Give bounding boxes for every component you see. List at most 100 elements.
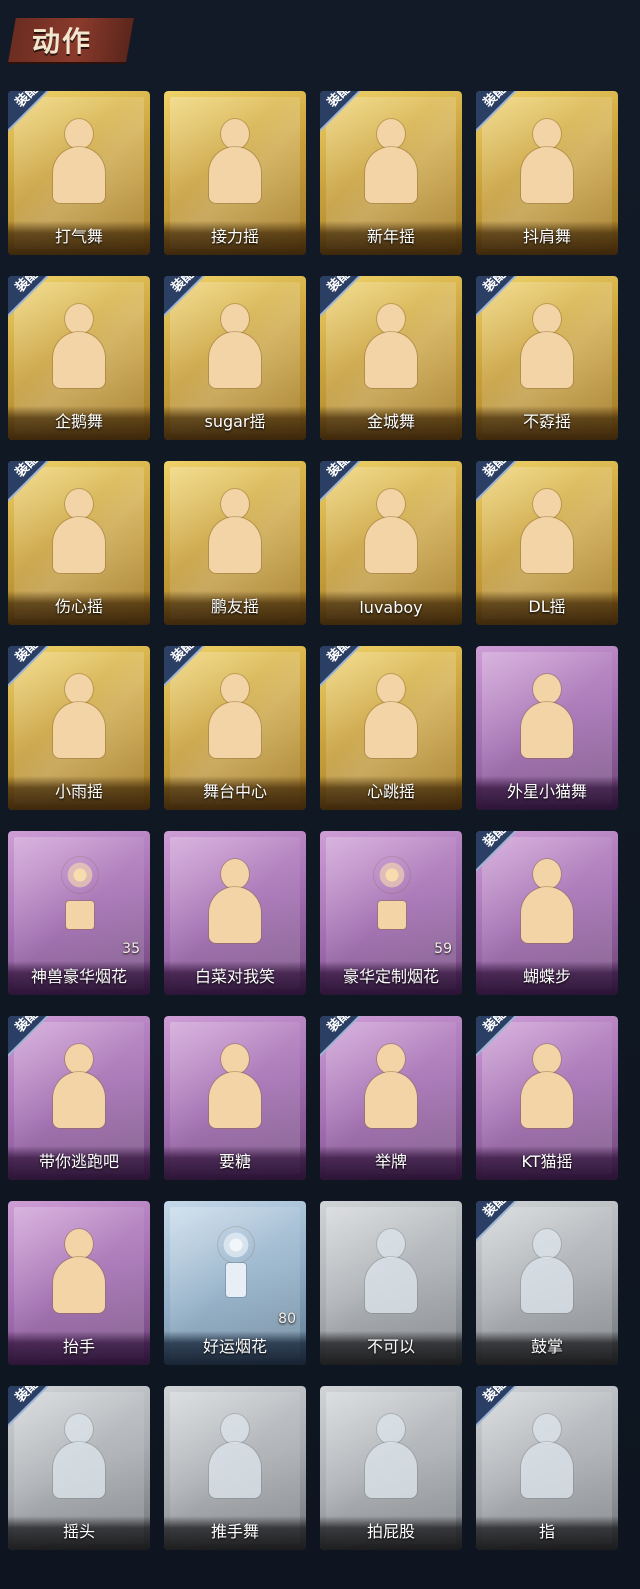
dancer-body (209, 332, 261, 388)
dancer-head (221, 859, 249, 889)
emote-card[interactable]: 心跳摇 装配 (320, 646, 462, 810)
equipped-badge-label: 装配 (480, 1016, 510, 1036)
emote-label: 小雨摇 (54, 782, 103, 801)
emote-card[interactable]: 好运烟花 80 (164, 1201, 306, 1365)
equipped-badge-label: 装配 (324, 276, 354, 296)
emote-card[interactable]: 指 装配 (476, 1386, 618, 1550)
dancer-body (209, 1072, 261, 1128)
emote-card[interactable]: 白菜对我笑 (164, 831, 306, 995)
emote-label: 神兽豪华烟花 (30, 967, 127, 986)
spark-icon (62, 857, 98, 893)
dancer-icon (355, 1229, 427, 1321)
dancer-head (65, 1229, 93, 1259)
equipped-badge-label: 装配 (12, 276, 42, 296)
dancer-head (65, 119, 93, 149)
emote-card[interactable]: 企鹅舞 装配 (8, 276, 150, 440)
equipped-badge: 装配 (476, 461, 530, 515)
item-count: 35 (122, 941, 140, 957)
emote-card[interactable]: 带你逃跑吧 装配 (8, 1016, 150, 1180)
emote-card[interactable]: KT猫摇 装配 (476, 1016, 618, 1180)
emote-card[interactable]: 打气舞 装配 (8, 91, 150, 255)
dancer-body (521, 887, 573, 943)
equipped-badge-label: 装配 (168, 646, 198, 666)
equipped-badge-label: 装配 (324, 1016, 354, 1036)
dancer-body (365, 147, 417, 203)
emote-card[interactable]: 金城舞 装配 (320, 276, 462, 440)
emote-label: luvaboy (359, 598, 423, 617)
emote-card[interactable]: 不可以 (320, 1201, 462, 1365)
emote-card[interactable]: 鹏友摇 (164, 461, 306, 625)
emote-card[interactable]: 鼓掌 装配 (476, 1201, 618, 1365)
equipped-badge-label: 装配 (168, 276, 198, 296)
equipped-badge: 装配 (8, 461, 62, 515)
equipped-badge-label: 装配 (12, 646, 42, 666)
emote-card[interactable]: 要糖 (164, 1016, 306, 1180)
emote-label: sugar摇 (204, 412, 266, 431)
emote-label: 金城舞 (366, 412, 415, 431)
dancer-head (221, 1044, 249, 1074)
emote-label: KT猫摇 (521, 1152, 573, 1171)
emote-card[interactable]: DL摇 装配 (476, 461, 618, 625)
emote-card[interactable]: 神兽豪华烟花 35 (8, 831, 150, 995)
emote-label: 不孬摇 (522, 412, 571, 431)
emote-card[interactable]: 推手舞 (164, 1386, 306, 1550)
dancer-body (521, 147, 573, 203)
emote-label: 蝴蝶步 (522, 967, 571, 986)
emote-card[interactable]: sugar摇 装配 (164, 276, 306, 440)
dancer-head (377, 119, 405, 149)
emote-collection-page: 动作 打气舞 装配 接力摇 新年摇 装配 抖肩舞 装配 企鹅舞 装配 sugar摇 装配 金城舞 装配不… (0, 0, 640, 1589)
emote-label: 不可以 (366, 1337, 415, 1356)
dancer-head (221, 1414, 249, 1444)
equipped-badge: 装配 (320, 91, 374, 145)
section-title: 动作 (32, 25, 93, 58)
dancer-body (53, 1072, 105, 1128)
dancer-head (221, 489, 249, 519)
emote-card[interactable]: 接力摇 (164, 91, 306, 255)
equipped-badge: 装配 (320, 461, 374, 515)
dancer-icon (43, 1229, 115, 1321)
emote-label: 新年摇 (366, 227, 415, 246)
emote-grid: 打气舞 装配 接力摇 新年摇 装配 抖肩舞 装配 企鹅舞 装配 sugar摇 装配 金城舞 装配 不孬摇装… (8, 91, 632, 1589)
emote-label: 好运烟花 (202, 1337, 267, 1356)
emote-card[interactable]: 不孬摇 装配 (476, 276, 618, 440)
emote-card[interactable]: 新年摇 装配 (320, 91, 462, 255)
emote-label: 摇头 (62, 1522, 95, 1541)
emote-label: 拍屁股 (366, 1522, 415, 1541)
emote-card[interactable]: 小雨摇 装配 (8, 646, 150, 810)
emote-card[interactable]: 摇头 装配 (8, 1386, 150, 1550)
dancer-head (221, 119, 249, 149)
emote-card[interactable]: 豪华定制烟花 59 (320, 831, 462, 995)
dancer-body (53, 332, 105, 388)
emote-card[interactable]: 抬手 (8, 1201, 150, 1365)
dancer-head (65, 304, 93, 334)
emote-card[interactable]: 举牌 装配 (320, 1016, 462, 1180)
equipped-badge: 装配 (164, 646, 218, 700)
emote-label: 鹏友摇 (210, 597, 259, 616)
dancer-body (521, 1442, 573, 1498)
emote-card[interactable]: 抖肩舞 装配 (476, 91, 618, 255)
equipped-badge-label: 装配 (480, 461, 510, 481)
equipped-badge-label: 装配 (12, 91, 42, 111)
emote-card[interactable]: luvaboy 装配 (320, 461, 462, 625)
equipped-badge: 装配 (164, 276, 218, 330)
dancer-icon (199, 489, 271, 581)
dancer-icon (199, 1414, 271, 1506)
equipped-badge: 装配 (476, 831, 530, 885)
emote-card[interactable]: 舞台中心 装配 (164, 646, 306, 810)
emote-card[interactable]: 蝴蝶步 装配 (476, 831, 618, 995)
dancer-head (65, 1414, 93, 1444)
equipped-badge-label: 装配 (12, 1016, 42, 1036)
equipped-badge-label: 装配 (480, 831, 510, 851)
emote-card[interactable]: 拍屁股 (320, 1386, 462, 1550)
firecracker-icon (208, 1227, 264, 1303)
equipped-badge: 装配 (8, 646, 62, 700)
equipped-badge-label: 装配 (324, 461, 354, 481)
dancer-icon (199, 1044, 271, 1136)
emote-card[interactable]: 伤心摇 装配 (8, 461, 150, 625)
dancer-head (65, 489, 93, 519)
emote-card[interactable]: 外星小猫舞 (476, 646, 618, 810)
emote-label: 舞台中心 (202, 782, 267, 801)
dancer-head (221, 304, 249, 334)
dancer-body (365, 702, 417, 758)
equipped-badge: 装配 (320, 1016, 374, 1070)
